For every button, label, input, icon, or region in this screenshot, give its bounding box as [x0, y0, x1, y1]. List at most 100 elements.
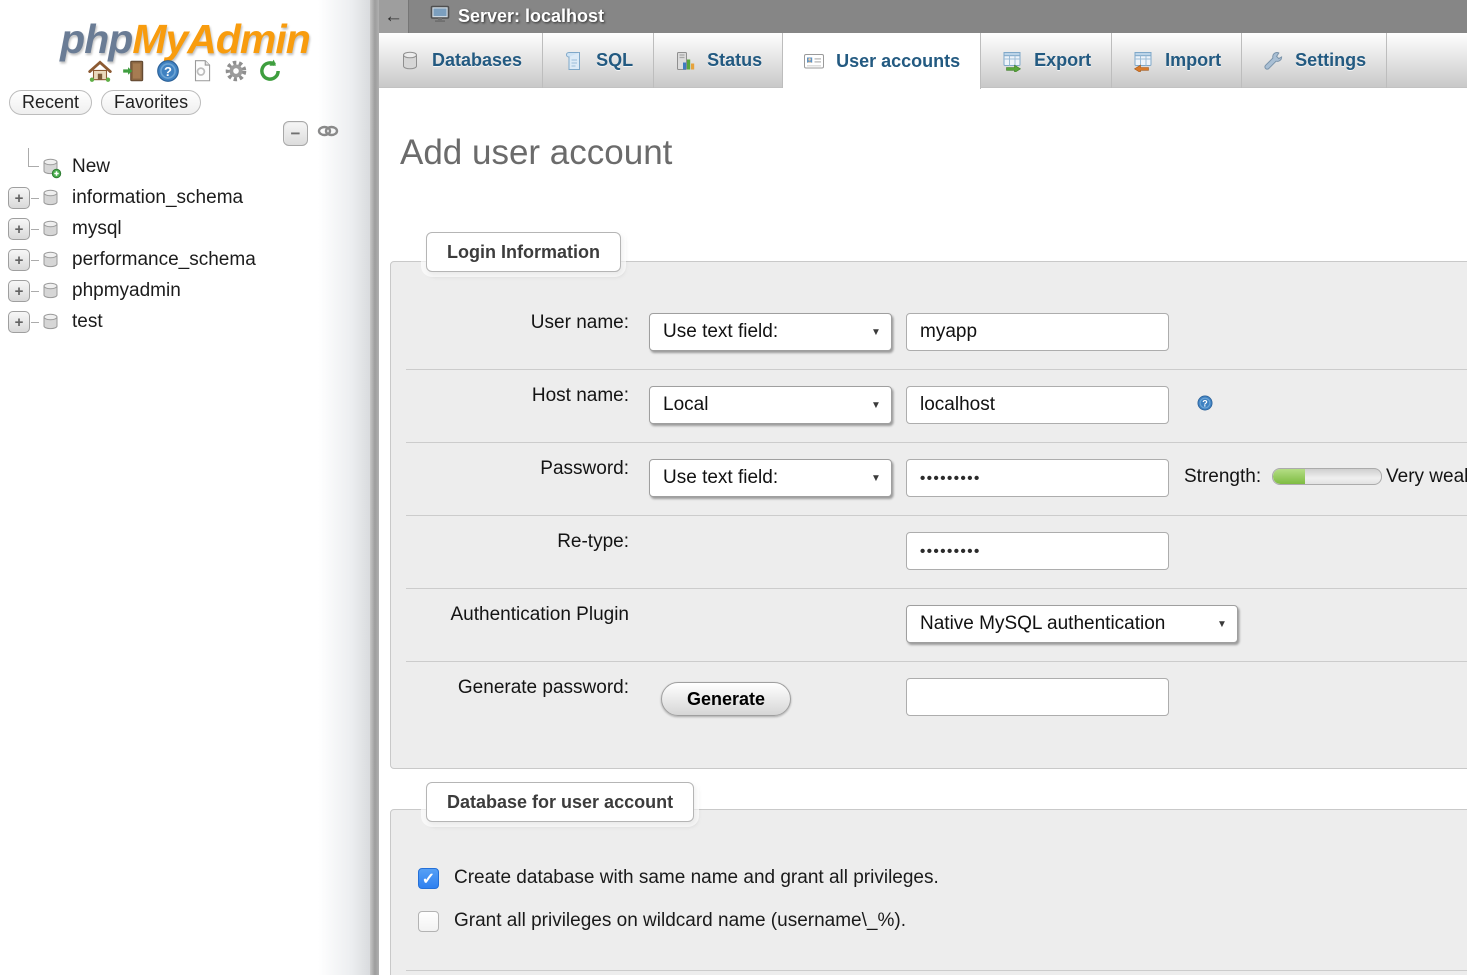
back-arrow-icon: ←	[384, 6, 403, 28]
tab-label: Export	[1034, 50, 1091, 71]
database-icon	[40, 311, 62, 337]
tab-import[interactable]: Import	[1112, 33, 1242, 88]
favorites-button[interactable]: Favorites	[101, 90, 201, 115]
tree-item-label: performance_schema	[72, 249, 256, 271]
generate-password-row: Generate password: Generate	[406, 662, 1467, 735]
chevron-down-icon	[861, 473, 891, 484]
phpmyadmin-logo[interactable]: phpMyAdmin	[0, 16, 370, 63]
database-tree: New information_schema mysql performance…	[0, 152, 370, 338]
logo-php-text: php	[60, 16, 132, 62]
database-icon	[40, 280, 62, 306]
generate-password-label: Generate password:	[416, 677, 629, 699]
strength-meter	[1272, 468, 1382, 485]
expand-icon[interactable]	[8, 311, 30, 333]
username-label: User name:	[416, 312, 629, 334]
tab-label: Import	[1165, 50, 1221, 71]
expand-icon[interactable]	[8, 280, 30, 302]
username-input[interactable]	[906, 313, 1169, 351]
grant-wildcard-label: Grant all privileges on wildcard name (u…	[454, 910, 906, 932]
hostname-input[interactable]	[906, 386, 1169, 424]
phpmyadmin-app: phpMyAdmin ? Recent Favorites	[0, 0, 1467, 975]
database-icon	[40, 187, 62, 213]
svg-text:?: ?	[1202, 398, 1208, 408]
hostname-type-select[interactable]: Local	[649, 386, 892, 424]
database-icon	[40, 218, 62, 244]
svg-text:?: ?	[164, 63, 172, 78]
expand-icon[interactable]	[8, 187, 30, 209]
logout-icon[interactable]	[121, 57, 148, 84]
tab-label: Settings	[1295, 50, 1366, 71]
export-icon	[1001, 50, 1023, 72]
sidebar-quick-filters: Recent Favorites	[9, 90, 201, 115]
sidebar-resize-handle[interactable]	[370, 0, 379, 975]
tree-item-label: mysql	[72, 218, 122, 240]
database-icon	[40, 249, 62, 275]
auth-plugin-label: Authentication Plugin	[416, 604, 629, 626]
page-title: Add user account	[400, 133, 1467, 173]
hostname-label: Host name:	[416, 385, 629, 407]
new-database-icon	[40, 156, 62, 184]
home-icon[interactable]	[87, 57, 114, 84]
chevron-down-icon	[1207, 619, 1237, 630]
tree-item-label: phpmyadmin	[72, 280, 181, 302]
auth-plugin-row: Authentication Plugin Native MySQL authe…	[406, 589, 1467, 662]
tab-databases[interactable]: Databases	[379, 33, 543, 88]
hostname-help-icon[interactable]: ?	[1196, 394, 1214, 417]
topbar: ← Server: localhost	[379, 0, 1467, 33]
tree-item-label: New	[72, 156, 110, 178]
grant-wildcard-option[interactable]: Grant all privileges on wildcard name (u…	[418, 910, 906, 932]
back-button[interactable]: ←	[379, 0, 409, 33]
status-icon	[674, 50, 696, 72]
link-with-main-icon[interactable]	[317, 123, 339, 144]
import-icon	[1132, 50, 1154, 72]
tree-item-database[interactable]: phpmyadmin	[0, 276, 370, 307]
tab-sql[interactable]: SQL	[543, 33, 654, 88]
tree-item-database[interactable]: test	[0, 307, 370, 338]
docs-icon[interactable]	[189, 57, 216, 84]
collapse-all-button[interactable]	[283, 121, 308, 146]
tree-item-label: test	[72, 311, 103, 333]
refresh-icon[interactable]	[257, 57, 284, 84]
tab-label: User accounts	[836, 51, 960, 72]
create-db-checkbox[interactable]	[418, 868, 439, 889]
tree-item-database[interactable]: performance_schema	[0, 245, 370, 276]
generated-password-input[interactable]	[906, 678, 1169, 716]
recent-button[interactable]: Recent	[9, 90, 92, 115]
password-type-select[interactable]: Use text field:	[649, 459, 892, 497]
tree-item-label: information_schema	[72, 187, 243, 209]
tab-export[interactable]: Export	[981, 33, 1112, 88]
tree-item-database[interactable]: information_schema	[0, 183, 370, 214]
database-icon	[399, 50, 421, 72]
tree-item-new[interactable]: New	[0, 152, 370, 183]
tab-label: Databases	[432, 50, 522, 71]
expand-icon[interactable]	[8, 218, 30, 240]
tab-settings[interactable]: Settings	[1242, 33, 1387, 88]
tab-label: Status	[707, 50, 762, 71]
row-divider	[406, 970, 1467, 971]
database-for-user-fieldset: Database for user account Create databas…	[390, 809, 1467, 975]
server-breadcrumb[interactable]: Server: localhost	[430, 5, 604, 29]
password-input[interactable]	[906, 459, 1169, 497]
server-icon	[430, 5, 451, 29]
expand-icon[interactable]	[8, 249, 30, 271]
logo-myadmin-text: MyAdmin	[132, 16, 310, 62]
strength-meter-fill	[1273, 469, 1305, 484]
tab-user-accounts[interactable]: User accounts	[783, 33, 981, 89]
database-for-user-legend: Database for user account	[426, 782, 694, 822]
grant-wildcard-checkbox[interactable]	[418, 911, 439, 932]
tab-status[interactable]: Status	[654, 33, 783, 88]
sidebar: phpMyAdmin ? Recent Favorites	[0, 0, 370, 975]
user-accounts-icon	[803, 50, 825, 72]
tree-item-database[interactable]: mysql	[0, 214, 370, 245]
username-type-select[interactable]: Use text field:	[649, 313, 892, 351]
gear-icon[interactable]	[223, 57, 250, 84]
help-icon[interactable]: ?	[155, 57, 182, 84]
create-db-label: Create database with same name and grant…	[454, 867, 939, 889]
chevron-down-icon	[861, 327, 891, 338]
generate-button[interactable]: Generate	[661, 682, 791, 716]
auth-plugin-select[interactable]: Native MySQL authentication	[906, 605, 1238, 643]
create-db-option[interactable]: Create database with same name and grant…	[418, 867, 939, 889]
main-tabs: Databases SQL Status User accounts Expor…	[379, 33, 1467, 88]
retype-password-input[interactable]	[906, 532, 1169, 570]
login-information-fieldset: Login Information User name: Use text fi…	[390, 261, 1467, 769]
